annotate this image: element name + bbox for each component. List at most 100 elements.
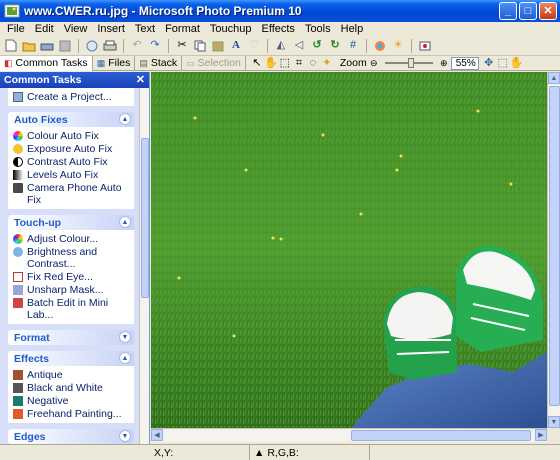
task-group-header[interactable]: Auto Fixes ▲ bbox=[8, 112, 134, 127]
menu-text[interactable]: Text bbox=[130, 22, 160, 36]
freehand-painting-icon bbox=[13, 409, 23, 419]
task-link[interactable]: Negative bbox=[13, 395, 130, 407]
task-group-title: Edges bbox=[14, 430, 46, 443]
zoom-slider-thumb[interactable] bbox=[407, 58, 414, 68]
create-project-link[interactable]: Create a Project... bbox=[13, 91, 130, 103]
chevron-down-icon[interactable]: ▼ bbox=[119, 430, 131, 442]
menu-file[interactable]: File bbox=[2, 22, 30, 36]
canvas-horizontal-scrollbar[interactable]: ◀ ▶ bbox=[151, 428, 547, 442]
pan-hand-icon[interactable]: ✋ bbox=[510, 56, 524, 70]
scan-icon[interactable] bbox=[40, 39, 54, 53]
menu-edit[interactable]: Edit bbox=[30, 22, 59, 36]
task-link[interactable]: Black and White bbox=[13, 382, 130, 394]
zoom-in-icon[interactable]: ⊕ bbox=[437, 56, 451, 70]
scroll-right-icon[interactable]: ▶ bbox=[535, 429, 547, 441]
canvas-vertical-scrollbar[interactable]: ▲ ▼ bbox=[547, 72, 560, 428]
tab-stack[interactable]: ▤ Stack bbox=[135, 55, 183, 71]
cut-icon[interactable]: ✂ bbox=[175, 39, 189, 53]
task-link[interactable]: Antique bbox=[13, 369, 130, 381]
crop-icon[interactable]: ⌗ bbox=[292, 56, 306, 70]
chevron-down-icon[interactable]: ▼ bbox=[119, 331, 131, 343]
task-group-header[interactable]: Effects ▲ bbox=[8, 351, 134, 366]
zoom-label: Zoom bbox=[339, 57, 367, 69]
photo-image bbox=[151, 72, 547, 428]
app-icon bbox=[4, 3, 20, 19]
task-link[interactable]: Batch Edit in Mini Lab... bbox=[13, 297, 130, 321]
maximize-button[interactable]: □ bbox=[519, 2, 537, 20]
photo-canvas[interactable] bbox=[151, 72, 547, 428]
menu-effects[interactable]: Effects bbox=[257, 22, 300, 36]
rotate-right-icon[interactable]: ↻ bbox=[328, 39, 342, 53]
task-link[interactable]: Camera Phone Auto Fix bbox=[13, 182, 130, 206]
menu-insert[interactable]: Insert bbox=[92, 22, 130, 36]
redo-icon[interactable]: ↷ bbox=[148, 39, 162, 53]
close-pane-icon[interactable]: ✕ bbox=[136, 73, 145, 86]
menu-tools[interactable]: Tools bbox=[300, 22, 336, 36]
task-group-header[interactable]: Edges ▼ bbox=[8, 429, 134, 444]
negative-icon bbox=[13, 396, 23, 406]
flip-vertical-icon[interactable]: ◁ bbox=[292, 39, 306, 53]
task-group-body: Adjust Colour... Brightness and Contrast.… bbox=[8, 230, 134, 324]
undo-icon[interactable]: ↶ bbox=[130, 39, 144, 53]
pointer-icon[interactable]: ↖ bbox=[250, 56, 264, 70]
magic-wand-icon[interactable]: ✦ bbox=[320, 56, 334, 70]
scroll-left-icon[interactable]: ◀ bbox=[151, 429, 163, 441]
menu-format[interactable]: Format bbox=[160, 22, 205, 36]
task-link[interactable]: Brightness and Contrast... bbox=[13, 246, 130, 270]
chevron-up-icon[interactable]: ▲ bbox=[119, 352, 131, 364]
minimize-button[interactable]: _ bbox=[499, 2, 517, 20]
text-icon[interactable]: A bbox=[229, 39, 243, 53]
new-icon[interactable] bbox=[4, 39, 18, 53]
task-link[interactable]: Contrast Auto Fix bbox=[13, 156, 130, 168]
task-link[interactable]: Unsharp Mask... bbox=[13, 284, 130, 296]
task-group-edges: Edges ▼ bbox=[8, 429, 134, 444]
copy-icon[interactable] bbox=[193, 39, 207, 53]
fit-window-icon[interactable]: ✥ bbox=[482, 56, 496, 70]
task-link[interactable]: Levels Auto Fix bbox=[13, 169, 130, 181]
heart-icon[interactable]: ♡ bbox=[247, 39, 261, 53]
vertical-scroll-thumb[interactable] bbox=[549, 86, 560, 406]
save-icon[interactable] bbox=[58, 39, 72, 53]
pane-scroll-thumb[interactable] bbox=[141, 138, 149, 298]
sun-icon[interactable]: ☀ bbox=[391, 39, 405, 53]
paste-icon[interactable] bbox=[211, 39, 225, 53]
open-folder-icon[interactable] bbox=[22, 39, 36, 53]
chevron-up-icon[interactable]: ▲ bbox=[119, 113, 131, 125]
task-group-header[interactable]: Format ▼ bbox=[8, 330, 134, 345]
menu-view[interactable]: View bbox=[59, 22, 93, 36]
straighten-icon[interactable]: # bbox=[346, 39, 360, 53]
chevron-up-icon[interactable]: ▲ bbox=[119, 216, 131, 228]
tab-files[interactable]: ▦ Files bbox=[93, 55, 136, 71]
contrast-auto-fix-icon bbox=[13, 157, 23, 167]
hand-icon[interactable]: ✋ bbox=[264, 56, 278, 70]
tab-common-tasks[interactable]: ◧ Common Tasks bbox=[0, 55, 93, 71]
menu-touchup[interactable]: Touchup bbox=[205, 22, 257, 36]
red-eye-icon[interactable] bbox=[418, 39, 432, 53]
color-wheel-icon[interactable] bbox=[373, 39, 387, 53]
scroll-down-icon[interactable]: ▼ bbox=[548, 416, 560, 428]
task-link[interactable]: Freehand Painting... bbox=[13, 408, 130, 420]
print-icon[interactable] bbox=[103, 39, 117, 53]
unsharp-mask-icon bbox=[13, 285, 23, 295]
zoom-slider[interactable] bbox=[384, 58, 433, 68]
pane-scrollbar[interactable] bbox=[139, 88, 149, 444]
email-icon[interactable] bbox=[85, 39, 99, 53]
flip-horizontal-icon[interactable]: ◭ bbox=[274, 39, 288, 53]
zoom-value-field[interactable]: 55% bbox=[450, 56, 479, 70]
task-link[interactable]: Fix Red Eye... bbox=[13, 271, 130, 283]
scroll-up-icon[interactable]: ▲ bbox=[548, 72, 560, 84]
rotate-left-icon[interactable]: ↺ bbox=[310, 39, 324, 53]
task-link[interactable]: Adjust Colour... bbox=[13, 233, 130, 245]
menu-help[interactable]: Help bbox=[336, 22, 369, 36]
task-group-header[interactable]: Touch-up ▲ bbox=[8, 215, 134, 230]
task-link[interactable]: Colour Auto Fix bbox=[13, 130, 130, 142]
task-link[interactable]: Exposure Auto Fix bbox=[13, 143, 130, 155]
zoom-out-icon[interactable]: ⊖ bbox=[367, 56, 381, 70]
lasso-icon[interactable]: ◌ bbox=[306, 56, 320, 70]
close-window-button[interactable]: ✕ bbox=[539, 2, 557, 20]
horizontal-scroll-thumb[interactable] bbox=[351, 430, 531, 441]
tab-label: Files bbox=[108, 57, 131, 69]
select-rect-icon[interactable]: ⬚ bbox=[278, 56, 292, 70]
stack-icon: ▤ bbox=[139, 57, 148, 68]
actual-size-icon[interactable]: ⬚ bbox=[496, 56, 510, 70]
